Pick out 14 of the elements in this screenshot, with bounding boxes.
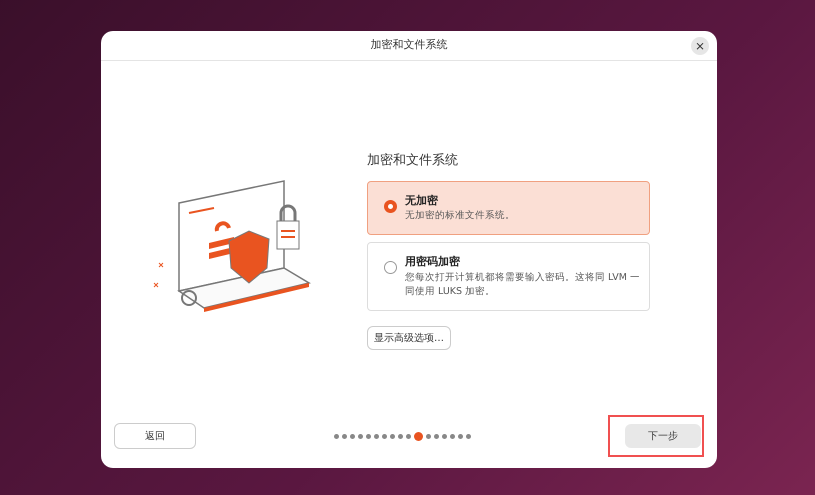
option-label: 无加密 — [405, 192, 439, 208]
back-button[interactable]: 返回 — [114, 423, 196, 449]
radio-button[interactable] — [384, 200, 397, 212]
next-button[interactable]: 下一步 — [625, 424, 701, 448]
option-description: 无加密的标准文件系统。 — [405, 209, 516, 223]
close-button[interactable]: × — [691, 37, 709, 55]
radio-button[interactable] — [384, 261, 397, 274]
option-card[interactable]: 无加密 无加密的标准文件系统。 — [367, 180, 650, 235]
advanced-options-button[interactable]: 显示高级选项… — [367, 326, 451, 350]
option-card[interactable]: 用密码加密 您每次打开计算机都将需要输入密码。这将同 LVM 一同使用 LUKS 加密。 — [367, 242, 650, 310]
section-heading: 加密和文件系统 — [367, 152, 459, 170]
option-label: 用密码加密 — [405, 254, 461, 270]
option-description: 您每次打开计算机都将需要输入密码。这将同 LVM 一同使用 LUKS 加密。 — [405, 270, 641, 298]
window-title: 加密和文件系统 — [370, 37, 448, 54]
